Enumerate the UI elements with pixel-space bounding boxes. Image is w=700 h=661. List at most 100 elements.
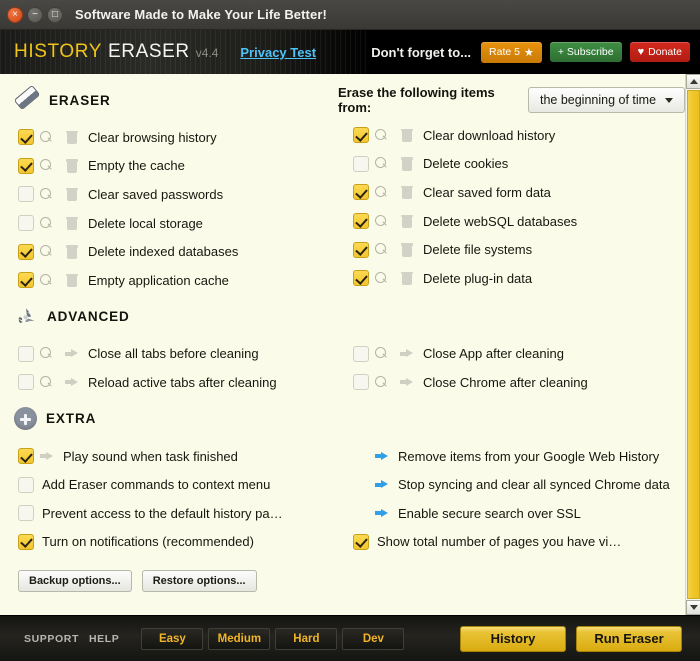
search-icon-slot[interactable] bbox=[34, 216, 59, 230]
option-row[interactable]: Remove items from your Google Web Histor… bbox=[335, 442, 685, 471]
trash-icon-slot[interactable] bbox=[59, 187, 84, 202]
option-row[interactable]: Reload active tabs after cleaning bbox=[0, 368, 335, 397]
option-row[interactable]: Clear browsing history bbox=[0, 123, 335, 152]
option-row[interactable]: Clear download history bbox=[335, 121, 685, 150]
history-button[interactable]: History bbox=[460, 625, 566, 652]
option-row[interactable]: Delete plug-in data bbox=[335, 264, 685, 293]
option-checkbox[interactable] bbox=[18, 186, 34, 203]
privacy-test-link[interactable]: Privacy Test bbox=[240, 45, 316, 60]
arrow-icon-slot[interactable] bbox=[394, 376, 419, 388]
trash-icon-slot[interactable] bbox=[394, 243, 419, 257]
option-row[interactable]: Delete file systems bbox=[335, 235, 685, 264]
option-checkbox[interactable] bbox=[18, 272, 34, 289]
trash-icon-slot[interactable] bbox=[394, 271, 419, 286]
arrow-icon-slot[interactable] bbox=[369, 507, 394, 519]
option-row[interactable]: Delete webSQL databases bbox=[335, 207, 685, 236]
donate-button[interactable]: ♥ Donate bbox=[629, 42, 690, 62]
support-link[interactable]: SUPPORT bbox=[24, 633, 79, 645]
search-icon-slot[interactable] bbox=[369, 243, 394, 256]
option-checkbox[interactable] bbox=[353, 184, 369, 201]
option-row[interactable]: Clear saved form data bbox=[335, 178, 685, 207]
option-row[interactable]: Delete local storage bbox=[0, 209, 335, 238]
search-icon-slot[interactable] bbox=[34, 273, 59, 287]
option-row[interactable]: Prevent access to the default history pa… bbox=[0, 499, 335, 528]
scrollbar-track[interactable] bbox=[686, 89, 700, 600]
option-checkbox[interactable] bbox=[18, 448, 34, 465]
option-checkbox[interactable] bbox=[18, 505, 34, 522]
trash-icon-slot[interactable] bbox=[394, 157, 419, 171]
search-icon-slot[interactable] bbox=[34, 375, 59, 389]
option-row[interactable]: Close all tabs before cleaning bbox=[0, 340, 335, 369]
option-checkbox[interactable] bbox=[18, 533, 34, 550]
search-icon-slot[interactable] bbox=[369, 347, 394, 360]
search-icon-slot[interactable] bbox=[34, 159, 59, 172]
search-icon-slot[interactable] bbox=[369, 157, 394, 170]
option-row[interactable]: Stop syncing and clear all synced Chrome… bbox=[335, 470, 685, 499]
option-checkbox[interactable] bbox=[18, 476, 34, 493]
option-checkbox[interactable] bbox=[353, 374, 369, 391]
subscribe-button[interactable]: + Subscribe bbox=[549, 42, 622, 62]
difficulty-medium-button[interactable]: Medium bbox=[208, 627, 271, 650]
option-checkbox[interactable] bbox=[18, 157, 34, 174]
arrow-icon-slot[interactable] bbox=[59, 376, 84, 388]
trash-icon-slot[interactable] bbox=[59, 159, 84, 173]
arrow-icon-slot[interactable] bbox=[59, 348, 84, 360]
trash-icon-slot[interactable] bbox=[59, 216, 84, 231]
option-checkbox[interactable] bbox=[353, 533, 369, 550]
minimize-icon[interactable]: − bbox=[27, 6, 43, 23]
search-icon-slot[interactable] bbox=[369, 185, 394, 199]
difficulty-easy-button[interactable]: Easy bbox=[141, 627, 204, 650]
time-range-select[interactable]: the beginning of time bbox=[528, 87, 685, 113]
option-row[interactable]: Delete indexed databases bbox=[0, 237, 335, 266]
search-icon-slot[interactable] bbox=[369, 271, 394, 285]
difficulty-dev-button[interactable]: Dev bbox=[342, 627, 405, 650]
option-checkbox[interactable] bbox=[18, 345, 34, 362]
run-eraser-button[interactable]: Run Eraser bbox=[576, 625, 682, 652]
vertical-scrollbar[interactable] bbox=[685, 74, 700, 615]
search-icon-slot[interactable] bbox=[34, 130, 59, 144]
scrollbar-thumb[interactable] bbox=[687, 90, 700, 599]
backup-options-button[interactable]: Backup options... bbox=[18, 570, 132, 593]
option-row[interactable]: Enable secure search over SSL bbox=[335, 499, 685, 528]
search-icon-slot[interactable] bbox=[34, 187, 59, 201]
option-row[interactable]: Empty the cache bbox=[0, 152, 335, 181]
option-row[interactable]: Delete cookies bbox=[335, 150, 685, 179]
option-row[interactable]: Empty application cache bbox=[0, 266, 335, 295]
option-checkbox[interactable] bbox=[353, 345, 369, 362]
option-checkbox[interactable] bbox=[18, 129, 34, 146]
trash-icon-slot[interactable] bbox=[394, 128, 419, 143]
option-checkbox[interactable] bbox=[353, 155, 369, 172]
trash-icon-slot[interactable] bbox=[59, 245, 84, 259]
arrow-icon-slot[interactable] bbox=[369, 479, 394, 491]
arrow-icon-slot[interactable] bbox=[394, 348, 419, 360]
trash-icon-slot[interactable] bbox=[394, 185, 419, 200]
rate-button[interactable]: Rate 5 ★ bbox=[481, 41, 542, 63]
arrow-icon-slot[interactable] bbox=[369, 450, 394, 462]
search-icon-slot[interactable] bbox=[369, 128, 394, 142]
scroll-down-arrow-icon[interactable] bbox=[686, 600, 700, 615]
option-row[interactable]: Add Eraser commands to context menu bbox=[0, 470, 335, 499]
option-checkbox[interactable] bbox=[353, 213, 369, 230]
option-row[interactable]: Close Chrome after cleaning bbox=[335, 368, 685, 397]
option-checkbox[interactable] bbox=[353, 127, 369, 144]
option-row[interactable]: Play sound when task finished bbox=[0, 442, 335, 471]
option-checkbox[interactable] bbox=[353, 241, 369, 258]
close-icon[interactable]: × bbox=[7, 6, 23, 23]
help-link[interactable]: HELP bbox=[89, 633, 119, 645]
search-icon-slot[interactable] bbox=[34, 245, 59, 258]
option-checkbox[interactable] bbox=[353, 270, 369, 287]
option-row[interactable]: Clear saved passwords bbox=[0, 180, 335, 209]
option-checkbox[interactable] bbox=[18, 243, 34, 260]
option-checkbox[interactable] bbox=[18, 215, 34, 232]
option-row[interactable]: Turn on notifications (recommended) bbox=[0, 528, 335, 557]
option-row[interactable]: Close App after cleaning bbox=[335, 340, 685, 369]
option-checkbox[interactable] bbox=[18, 374, 34, 391]
maximize-icon[interactable]: □ bbox=[47, 6, 63, 23]
trash-icon-slot[interactable] bbox=[394, 214, 419, 229]
option-row[interactable]: Show total number of pages you have vi… bbox=[335, 528, 685, 557]
search-icon-slot[interactable] bbox=[34, 347, 59, 360]
search-icon-slot[interactable] bbox=[369, 214, 394, 228]
difficulty-hard-button[interactable]: Hard bbox=[275, 627, 338, 650]
scroll-up-arrow-icon[interactable] bbox=[686, 74, 700, 89]
trash-icon-slot[interactable] bbox=[59, 130, 84, 145]
